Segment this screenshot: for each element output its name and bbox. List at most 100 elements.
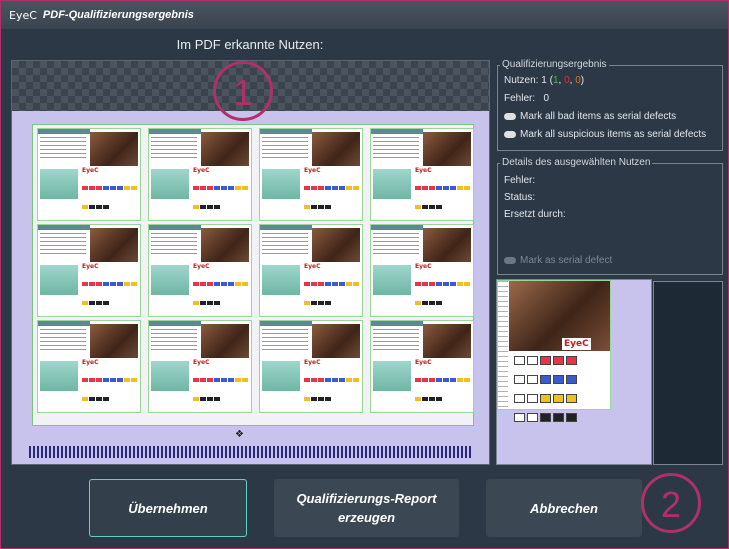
color-patch — [429, 397, 435, 401]
color-patch — [117, 282, 123, 286]
tile-color-grid — [193, 368, 249, 401]
nutzen-sep-1: , — [558, 75, 562, 86]
nutzen-tile[interactable]: EyeC — [259, 320, 363, 413]
nutzen-tile[interactable]: EyeC — [37, 128, 141, 221]
tile-product-image — [40, 169, 78, 199]
app-logo: EyeC — [9, 9, 37, 22]
selected-item-preview[interactable]: EyeC — [496, 279, 652, 465]
nutzen-tile[interactable]: EyeC — [259, 224, 363, 317]
color-patch — [131, 378, 137, 382]
tile-color-grid — [304, 176, 360, 209]
nutzen-tile[interactable]: EyeC — [259, 128, 363, 221]
report-button-line-1: Qualifizierungs-Report — [296, 491, 437, 506]
color-patch — [235, 378, 241, 382]
preview-side-panel — [653, 281, 723, 465]
color-patch — [96, 378, 102, 382]
tile-product-image — [151, 361, 189, 391]
nutzen-tile[interactable]: EyeC — [148, 320, 252, 413]
cancel-button[interactable]: Abbrechen — [486, 479, 642, 537]
tile-photo — [201, 132, 249, 166]
color-patch — [422, 301, 428, 305]
tile-text — [151, 137, 197, 161]
color-patch — [527, 356, 538, 365]
color-patch — [110, 378, 116, 382]
color-patch — [339, 378, 345, 382]
report-button[interactable]: Qualifizierungs-Report erzeugen — [274, 479, 459, 537]
color-patch — [429, 378, 435, 382]
color-patch — [429, 205, 435, 209]
color-patch — [339, 282, 345, 286]
tile-product-image — [373, 265, 411, 295]
color-patch — [553, 356, 564, 365]
color-patch — [82, 378, 88, 382]
color-patch — [318, 205, 324, 209]
color-patch — [443, 186, 449, 190]
mark-serial-toggle[interactable] — [504, 256, 516, 264]
color-patch — [82, 205, 88, 209]
tile-photo — [423, 132, 471, 166]
color-patch — [422, 397, 428, 401]
color-patch — [346, 186, 352, 190]
color-patch — [527, 413, 538, 422]
color-patch — [304, 397, 310, 401]
tile-color-grid — [82, 176, 138, 209]
color-patch — [242, 282, 248, 286]
pdf-viewer[interactable]: EyeC EyeC EyeC EyeC EyeC EyeC EyeC EyeC EyeC EyeC… — [11, 60, 490, 465]
dialog-window: EyeC PDF-Qualifizierungsergebnis Im PDF … — [0, 0, 729, 549]
preview-photo — [509, 281, 610, 351]
preview-grid-row — [514, 410, 579, 429]
nutzen-tile[interactable]: EyeC — [37, 320, 141, 413]
tile-photo — [90, 132, 138, 166]
tile-product-image — [262, 361, 300, 391]
color-patch — [96, 205, 102, 209]
color-bar — [29, 446, 471, 458]
nutzen-tile[interactable]: EyeC — [148, 128, 252, 221]
tile-header — [260, 225, 312, 230]
color-patch — [304, 205, 310, 209]
color-patch — [415, 186, 421, 190]
details-legend: Details des ausgewählten Nutzen — [500, 157, 653, 168]
nutzen-tile[interactable]: EyeC — [370, 320, 474, 413]
tile-logo: EyeC — [415, 167, 432, 174]
color-patch — [415, 378, 421, 382]
color-patch — [457, 282, 463, 286]
color-patch — [353, 186, 359, 190]
tile-product-image — [40, 361, 78, 391]
color-patch — [450, 186, 456, 190]
color-patch — [193, 282, 199, 286]
nutzen-tile[interactable]: EyeC — [370, 224, 474, 317]
color-patch — [207, 378, 213, 382]
mark-suspicious-option[interactable]: Mark all suspicious items as serial defe… — [504, 129, 706, 140]
color-patch — [89, 397, 95, 401]
apply-button[interactable]: Übernehmen — [89, 479, 247, 537]
color-patch — [566, 356, 577, 365]
tile-text — [40, 233, 86, 257]
color-patch — [228, 282, 234, 286]
tile-header — [38, 129, 90, 134]
tile-photo — [90, 228, 138, 262]
tile-text — [262, 233, 308, 257]
color-patch — [457, 186, 463, 190]
mark-bad-toggle[interactable] — [504, 112, 516, 120]
color-patch — [436, 186, 442, 190]
mark-suspicious-toggle[interactable] — [504, 130, 516, 138]
nutzen-tile[interactable]: EyeC — [37, 224, 141, 317]
color-patch — [325, 397, 331, 401]
color-patch — [304, 282, 310, 286]
qualification-result-legend: Qualifizierungsergebnis — [500, 59, 609, 70]
color-patch — [207, 205, 213, 209]
tile-header — [260, 129, 312, 134]
color-patch — [325, 301, 331, 305]
mark-bad-option[interactable]: Mark all bad items as serial defects — [504, 111, 676, 122]
color-patch — [429, 186, 435, 190]
nutzen-tile[interactable]: EyeC — [148, 224, 252, 317]
tile-color-grid — [304, 272, 360, 305]
tile-header — [260, 321, 312, 326]
color-patch — [96, 397, 102, 401]
tile-logo: EyeC — [193, 167, 210, 174]
mark-serial-option[interactable]: Mark as serial defect — [504, 255, 612, 266]
color-patch — [103, 282, 109, 286]
mark-serial-label: Mark as serial defect — [520, 255, 613, 266]
nutzen-tile[interactable]: EyeC — [370, 128, 474, 221]
tile-logo: EyeC — [193, 263, 210, 270]
